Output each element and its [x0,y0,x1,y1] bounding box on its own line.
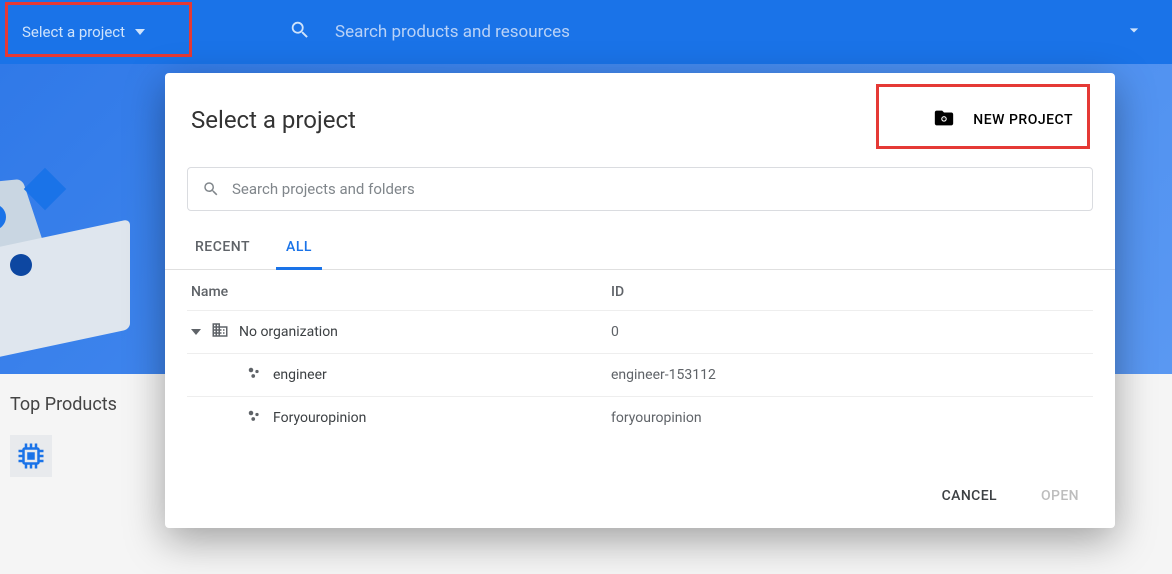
table-row[interactable]: Foryouropinion foryouropinion [187,396,1093,439]
top-bar: Select a project Search products and res… [0,0,1172,64]
row-name: engineer [273,367,327,383]
table-header: Name ID [187,270,1093,310]
project-search-placeholder: Search projects and folders [232,180,415,198]
tab-all[interactable]: ALL [282,229,316,269]
cancel-button[interactable]: CANCEL [934,482,1005,510]
global-search[interactable]: Search products and resources [289,19,1124,45]
table-row[interactable]: No organization 0 [187,310,1093,353]
open-button[interactable]: OPEN [1033,482,1087,510]
hero-illustration [0,164,170,364]
new-project-button[interactable]: NEW PROJECT [917,97,1089,143]
new-project-label: NEW PROJECT [973,112,1073,128]
col-id: ID [611,284,1089,300]
project-selector-label: Select a project [22,23,125,41]
project-search-input[interactable]: Search projects and folders [187,167,1093,211]
modal-tabs: RECENT ALL [165,219,1115,270]
row-name: Foryouropinion [273,410,366,426]
search-icon [202,180,220,198]
col-name: Name [191,284,611,300]
expand-toggle-icon[interactable] [191,329,201,335]
modal-footer: CANCEL OPEN [165,464,1115,528]
project-selector-dropdown[interactable]: Select a project [8,15,159,49]
project-icon [245,364,263,386]
table-row[interactable]: engineer engineer-153112 [187,353,1093,396]
project-table: Name ID No organization 0 engineer engin… [165,270,1115,439]
chevron-down-icon [135,29,145,35]
global-search-placeholder: Search products and resources [335,22,570,42]
compute-engine-icon[interactable] [10,435,52,477]
search-icon [289,19,311,45]
modal-title: Select a project [191,106,356,134]
new-folder-icon [933,107,955,133]
row-id: engineer-153112 [611,367,1089,383]
project-picker-modal: Select a project NEW PROJECT Search proj… [165,73,1115,528]
modal-header: Select a project NEW PROJECT [165,73,1115,153]
project-icon [245,407,263,429]
organization-icon [211,321,229,343]
tab-recent[interactable]: RECENT [191,229,254,269]
row-name: No organization [239,324,338,340]
topbar-expand-chevron-icon[interactable] [1124,20,1144,44]
row-id: 0 [611,324,1089,340]
row-id: foryouropinion [611,410,1089,426]
